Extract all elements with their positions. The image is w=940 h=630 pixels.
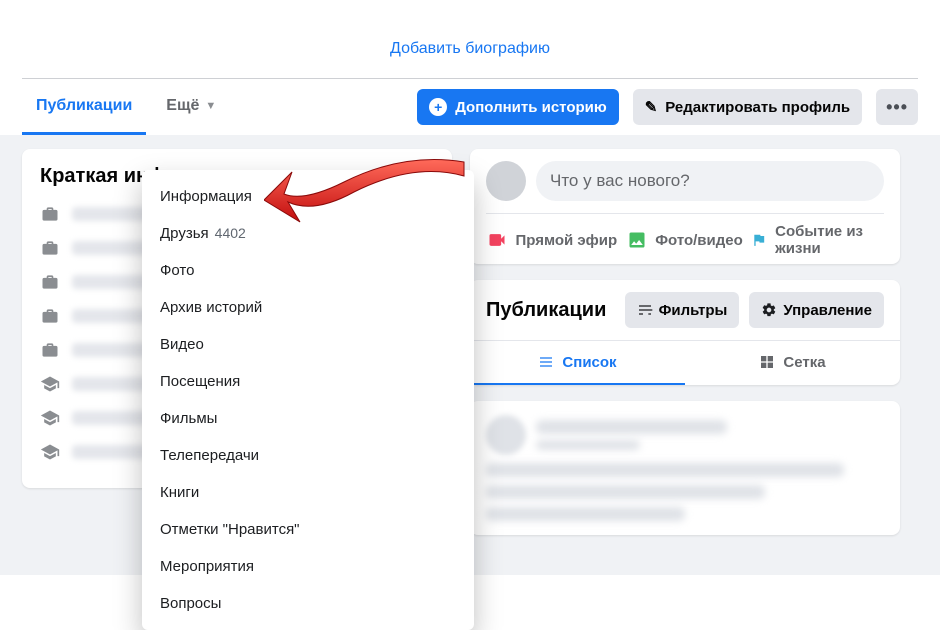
avatar[interactable]	[486, 161, 526, 201]
graduation-icon	[40, 374, 60, 394]
grid-icon	[759, 354, 775, 370]
edit-profile-button[interactable]: ✎ Редактировать профиль	[633, 89, 862, 125]
dropdown-item-photos[interactable]: Фото	[142, 252, 474, 289]
view-grid-label: Сетка	[783, 354, 825, 371]
avatar	[486, 415, 526, 455]
dropdown-item-likes[interactable]: Отметки "Нравится"	[142, 511, 474, 548]
tab-publications-label: Публикации	[36, 97, 132, 115]
life-event-label: Событие из жизни	[775, 223, 884, 257]
dropdown-item-count: 4402	[215, 225, 246, 241]
view-list-tab[interactable]: Список	[470, 341, 685, 385]
posts-card: Публикации Фильтры Управление Список	[470, 280, 900, 385]
blurred-text	[486, 463, 844, 477]
tab-more-label: Ещё	[166, 97, 199, 115]
manage-label: Управление	[783, 302, 872, 319]
more-dropdown: Информация Друзья 4402 Фото Архив историй…	[142, 170, 474, 630]
photo-icon	[627, 230, 647, 250]
filters-button[interactable]: Фильтры	[625, 292, 740, 328]
dropdown-item-events[interactable]: Мероприятия	[142, 548, 474, 585]
briefcase-icon	[40, 238, 60, 258]
briefcase-icon	[40, 272, 60, 292]
more-options-button[interactable]: •••	[876, 89, 918, 125]
briefcase-icon	[40, 306, 60, 326]
add-bio-link[interactable]: Добавить биографию	[390, 40, 550, 57]
gear-icon	[761, 302, 777, 318]
dropdown-item-label: Видео	[160, 336, 204, 353]
blurred-text	[486, 485, 765, 499]
flag-icon	[751, 230, 767, 250]
tab-publications[interactable]: Публикации	[22, 79, 146, 135]
dropdown-item-label: Архив историй	[160, 299, 262, 316]
edit-profile-label: Редактировать профиль	[665, 99, 850, 116]
video-camera-icon	[487, 230, 507, 250]
filters-label: Фильтры	[659, 302, 728, 319]
dropdown-item-tv[interactable]: Телепередачи	[142, 437, 474, 474]
graduation-icon	[40, 408, 60, 428]
post-item	[470, 401, 900, 535]
dropdown-item-about[interactable]: Информация	[142, 178, 474, 215]
dropdown-item-videos[interactable]: Видео	[142, 326, 474, 363]
blurred-text	[536, 440, 640, 450]
manage-button[interactable]: Управление	[749, 292, 884, 328]
dropdown-item-label: Телепередачи	[160, 447, 259, 464]
dropdown-item-story-archive[interactable]: Архив историй	[142, 289, 474, 326]
create-post-placeholder: Что у вас нового?	[550, 171, 690, 191]
add-story-label: Дополнить историю	[455, 99, 607, 116]
dropdown-item-label: Посещения	[160, 373, 240, 390]
dropdown-item-label: Книги	[160, 484, 199, 501]
add-story-button[interactable]: + Дополнить историю	[417, 89, 619, 125]
graduation-icon	[40, 442, 60, 462]
live-video-label: Прямой эфир	[515, 232, 617, 249]
plus-icon: +	[429, 98, 447, 116]
blurred-text	[486, 507, 685, 521]
photo-video-label: Фото/видео	[655, 232, 743, 249]
list-icon	[538, 354, 554, 370]
tab-more[interactable]: Ещё ▼	[152, 79, 230, 135]
dropdown-item-label: Фото	[160, 262, 194, 279]
dropdown-item-label: Вопросы	[160, 595, 221, 612]
create-post-card: Что у вас нового? Прямой эфир Фото/видео…	[470, 149, 900, 264]
chevron-down-icon: ▼	[205, 100, 216, 112]
dropdown-item-label: Фильмы	[160, 410, 217, 427]
dropdown-item-label: Информация	[160, 188, 252, 205]
briefcase-icon	[40, 340, 60, 360]
ellipsis-icon: •••	[886, 97, 908, 118]
view-list-label: Список	[562, 354, 616, 371]
dropdown-item-books[interactable]: Книги	[142, 474, 474, 511]
dropdown-item-label: Мероприятия	[160, 558, 254, 575]
dropdown-item-movies[interactable]: Фильмы	[142, 400, 474, 437]
blurred-text	[536, 420, 727, 434]
create-post-input[interactable]: Что у вас нового?	[536, 161, 884, 201]
sliders-icon	[637, 302, 653, 318]
dropdown-item-label: Отметки "Нравится"	[160, 521, 300, 538]
life-event-action[interactable]: Событие из жизни	[751, 222, 884, 258]
briefcase-icon	[40, 204, 60, 224]
live-video-action[interactable]: Прямой эфир	[486, 222, 619, 258]
dropdown-item-label: Друзья	[160, 225, 209, 242]
profile-tabs: Публикации Ещё ▼ + Дополнить историю ✎ Р…	[22, 79, 918, 135]
pencil-icon: ✎	[645, 98, 658, 116]
view-grid-tab[interactable]: Сетка	[685, 341, 900, 385]
photo-video-action[interactable]: Фото/видео	[619, 222, 752, 258]
dropdown-item-friends[interactable]: Друзья 4402	[142, 215, 474, 252]
posts-header: Публикации	[486, 299, 606, 322]
dropdown-item-checkins[interactable]: Посещения	[142, 363, 474, 400]
dropdown-item-questions[interactable]: Вопросы	[142, 585, 474, 622]
